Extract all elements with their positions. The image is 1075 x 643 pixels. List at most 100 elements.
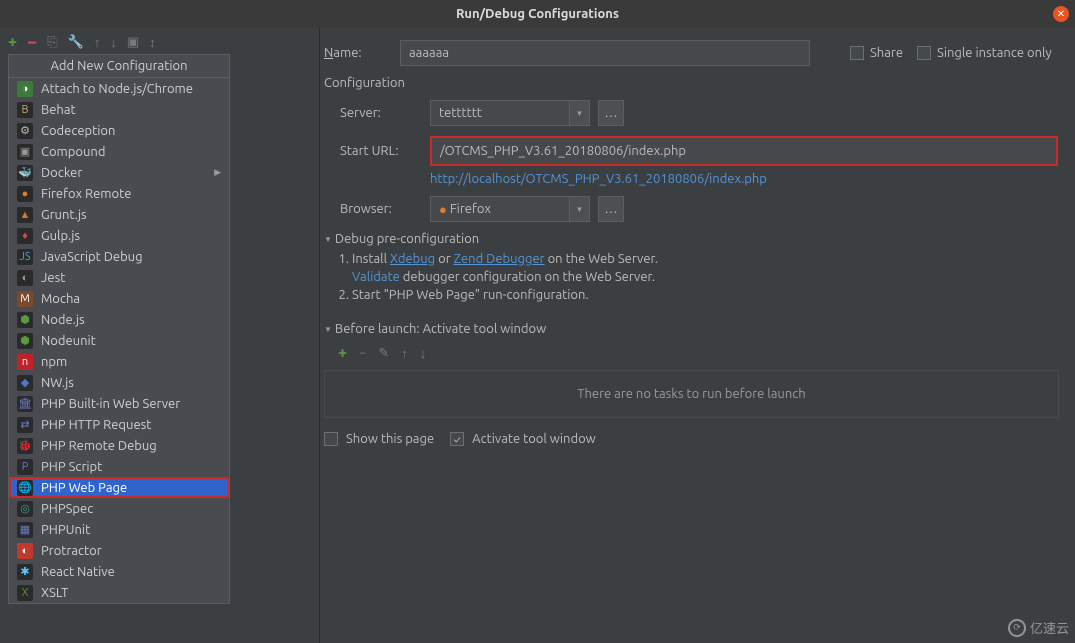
config-toolbar: + − ⎘ 🔧 ↑ ↓ ▣ ↕ — [0, 28, 319, 56]
name-label: Name: — [320, 46, 400, 60]
config-type-docker[interactable]: 🐳Docker▶ — [9, 162, 229, 183]
config-type-label: React Native — [41, 565, 115, 579]
browser-combo[interactable]: ● Firefox ▼ — [430, 196, 590, 222]
add-icon[interactable]: + — [8, 33, 17, 51]
down-icon[interactable]: ↓ — [110, 35, 117, 50]
show-page-checkbox[interactable] — [324, 432, 338, 446]
single-instance-label: Single instance only — [937, 46, 1052, 60]
config-type-icon: ● — [17, 186, 33, 202]
config-type-icon: ⬢ — [17, 312, 33, 328]
xdebug-link[interactable]: Xdebug — [390, 252, 435, 266]
close-icon[interactable]: ✕ — [1053, 6, 1069, 22]
config-type-jest[interactable]: ◐Jest — [9, 267, 229, 288]
config-type-label: Protractor — [41, 544, 102, 558]
debug-pre-config-header[interactable]: ▼ Debug pre-configuration — [324, 232, 1063, 246]
config-type-icon: X — [17, 585, 33, 601]
config-type-icon: ⬢ — [17, 333, 33, 349]
name-input[interactable] — [400, 40, 810, 66]
config-type-javascript-debug[interactable]: JS JavaScript Debug — [9, 246, 229, 267]
config-type-firefox-remote[interactable]: ● Firefox Remote — [9, 183, 229, 204]
config-type-nodeunit[interactable]: ⬢ Nodeunit — [9, 330, 229, 351]
share-checkbox[interactable] — [850, 46, 864, 60]
config-type-react-native[interactable]: ✱ React Native — [9, 561, 229, 582]
config-type-label: Node.js — [41, 313, 85, 327]
config-type-label: PHP Remote Debug — [41, 439, 157, 453]
config-type-icon: ◎ — [17, 501, 33, 517]
config-type-label: Nodeunit — [41, 334, 96, 348]
watermark: ⟳ 亿速云 — [1008, 618, 1069, 637]
config-type-icon: ▦ — [17, 522, 33, 538]
browser-label: Browser: — [340, 202, 430, 216]
config-type-php-http-request[interactable]: ⇄PHP HTTP Request — [9, 414, 229, 435]
activate-tw-checkbox[interactable]: ✓ — [450, 432, 464, 446]
config-type-icon: 🌐 — [17, 480, 33, 496]
browser-value: ● Firefox — [430, 196, 570, 222]
config-type-icon: ▣ — [17, 144, 33, 160]
chevron-down-icon[interactable]: ▼ — [570, 196, 590, 222]
no-tasks-panel: There are no tasks to run before launch — [324, 370, 1059, 418]
config-type-icon: M — [17, 291, 33, 307]
browser-more-button[interactable]: … — [598, 196, 624, 222]
server-label: Server: — [340, 106, 430, 120]
before-launch-toolbar: + − ✎ ↑ ↓ — [320, 340, 1063, 366]
config-type-mocha[interactable]: MMocha — [9, 288, 229, 309]
config-type-gulp-js[interactable]: ♦Gulp.js — [9, 225, 229, 246]
left-panel: + − ⎘ 🔧 ↑ ↓ ▣ ↕ Add New Configuration ◑A… — [0, 28, 320, 643]
config-type-php-built-in-web-server[interactable]: 🏛PHP Built-in Web Server — [9, 393, 229, 414]
server-combo[interactable]: tetttttt ▼ — [430, 100, 590, 126]
single-instance-checkbox[interactable] — [917, 46, 931, 60]
settings-icon[interactable]: 🔧 — [68, 35, 84, 50]
remove-task-icon: − — [359, 346, 366, 360]
config-type-icon: ▲ — [17, 207, 33, 223]
config-type-label: Jest — [41, 271, 65, 285]
copy-icon[interactable]: ⎘ — [47, 35, 57, 50]
config-type-nw-js[interactable]: ◆NW.js — [9, 372, 229, 393]
config-type-xslt[interactable]: XXSLT — [9, 582, 229, 603]
up-icon[interactable]: ↑ — [94, 35, 101, 50]
config-type-label: Docker — [41, 166, 82, 180]
start-url-label: Start URL: — [340, 144, 430, 158]
config-type-icon: n — [17, 354, 33, 370]
config-type-npm[interactable]: nnpm — [9, 351, 229, 372]
validate-link[interactable]: Validate — [352, 270, 400, 284]
sort-icon[interactable]: ↕ — [149, 35, 156, 50]
config-type-compound[interactable]: ▣Compound — [9, 141, 229, 162]
add-config-popup: Add New Configuration ◑Attach to Node.js… — [8, 54, 230, 604]
config-type-icon: JS — [17, 249, 33, 265]
share-label: Share — [870, 46, 903, 60]
config-type-codeception[interactable]: ⚙Codeception — [9, 120, 229, 141]
chevron-down-icon[interactable]: ▼ — [570, 100, 590, 126]
config-type-php-remote-debug[interactable]: 🐞PHP Remote Debug — [9, 435, 229, 456]
start-url-input[interactable] — [432, 138, 1056, 164]
step-1: Install Xdebug or Zend Debugger on the W… — [352, 250, 1063, 286]
server-more-button[interactable]: … — [598, 100, 624, 126]
config-type-icon: ◆ — [17, 375, 33, 391]
show-page-label: Show this page — [346, 432, 434, 446]
config-type-label: PHP HTTP Request — [41, 418, 151, 432]
config-type-php-web-page[interactable]: 🌐PHP Web Page — [9, 477, 229, 498]
up-icon: ↑ — [401, 346, 408, 361]
config-type-icon: B — [17, 102, 33, 118]
add-task-icon[interactable]: + — [338, 344, 347, 362]
window-title: Run/Debug Configurations — [456, 7, 619, 21]
folder-icon[interactable]: ▣ — [127, 35, 139, 50]
config-type-node-js[interactable]: ⬢ Node.js — [9, 309, 229, 330]
config-type-attach-to-node-js-chrome[interactable]: ◑Attach to Node.js/Chrome — [9, 78, 229, 99]
config-type-grunt-js[interactable]: ▲Grunt.js — [9, 204, 229, 225]
resolved-url-link[interactable]: http://localhost/OTCMS_PHP_V3.61_2018080… — [430, 172, 767, 186]
before-launch-header[interactable]: ▼ Before launch: Activate tool window — [324, 322, 1063, 336]
config-type-protractor[interactable]: ◐ Protractor — [9, 540, 229, 561]
remove-icon[interactable]: − — [27, 32, 37, 52]
zend-link[interactable]: Zend Debugger — [454, 252, 545, 266]
config-type-icon: ✱ — [17, 564, 33, 580]
config-type-phpspec[interactable]: ◎PHPSpec — [9, 498, 229, 519]
config-type-icon: ◐ — [17, 543, 33, 559]
config-type-php-script[interactable]: PPHP Script — [9, 456, 229, 477]
expand-icon: ▼ — [324, 235, 332, 244]
config-type-behat[interactable]: BBehat — [9, 99, 229, 120]
config-type-label: Firefox Remote — [41, 187, 131, 201]
right-panel: Name: Share Single instance only Configu… — [320, 28, 1075, 643]
config-type-icon: 🐳 — [17, 165, 33, 181]
config-type-phpunit[interactable]: ▦PHPUnit — [9, 519, 229, 540]
config-type-label: JavaScript Debug — [41, 250, 143, 264]
